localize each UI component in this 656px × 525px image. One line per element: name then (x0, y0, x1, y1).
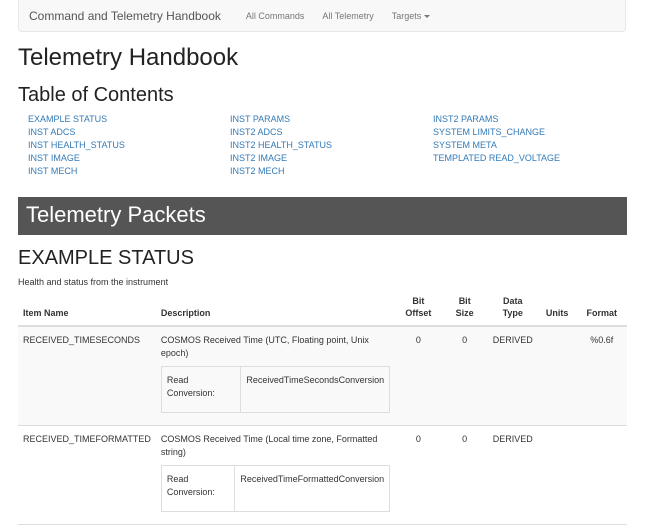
toc-link[interactable]: INST2 ADCS (230, 126, 332, 139)
item-description-cell: COSMOS Received Time (UTC, Floating poin… (155, 326, 396, 426)
nav-all-telemetry[interactable]: All Telemetry (313, 11, 382, 21)
telemetry-items-table: Item Name Description Bit Offset Bit Size … (18, 292, 627, 525)
col-bit-size: Bit Size (441, 292, 488, 327)
col-data-type: Data Type (487, 292, 538, 327)
read-conversion-value: ReceivedTimeSecondsConversion (240, 366, 391, 413)
nav-all-commands[interactable]: All Commands (237, 11, 314, 21)
toc-title: Table of Contents (18, 84, 174, 106)
navbar-brand[interactable]: Command and Telemetry Handbook (19, 9, 231, 23)
format (576, 425, 627, 525)
toc-link[interactable]: TEMPLATED READ_VOLTAGE (433, 152, 560, 165)
units (537, 425, 577, 525)
table-row: RECEIVED_TIMESECONDS COSMOS Received Tim… (18, 326, 627, 426)
packet-description: Health and status from the instrument (18, 277, 169, 287)
units (537, 326, 577, 426)
toc-column: INST PARAMS INST2 ADCS INST2 HEALTH_STAT… (230, 113, 332, 178)
toc-link[interactable]: INST PARAMS (230, 113, 332, 126)
col-description: Description (155, 292, 396, 327)
section-header-bar: Telemetry Packets (18, 197, 627, 235)
nav-targets-dropdown[interactable]: Targets (383, 11, 440, 21)
table-header-row: Item Name Description Bit Offset Bit Size … (18, 292, 627, 327)
toc-link[interactable]: INST HEALTH_STATUS (28, 139, 125, 152)
read-conversion-label: Read Conversion: (160, 465, 236, 512)
page-title: Telemetry Handbook (18, 44, 239, 71)
read-conversion-table: Read Conversion: ReceivedTimeSecondsConv… (160, 366, 391, 413)
col-units: Units (537, 292, 577, 327)
toc-link[interactable]: INST IMAGE (28, 152, 125, 165)
col-format: Format (576, 292, 627, 327)
toc-link[interactable]: INST2 MECH (230, 165, 332, 178)
toc-link[interactable]: SYSTEM LIMITS_CHANGE (433, 126, 560, 139)
packet-title: EXAMPLE STATUS (18, 247, 194, 269)
table-row: RECEIVED_TIMEFORMATTED COSMOS Received T… (18, 425, 627, 525)
toc-link[interactable]: INST2 HEALTH_STATUS (230, 139, 332, 152)
navbar: Command and Telemetry Handbook All Comma… (18, 0, 626, 32)
toc-link[interactable]: EXAMPLE STATUS (28, 113, 125, 126)
item-description: COSMOS Received Time (Local time zone, F… (160, 434, 378, 457)
caret-down-icon (424, 14, 431, 18)
col-item-name: Item Name (18, 292, 156, 327)
read-conversion-label: Read Conversion: (160, 366, 242, 413)
bit-offset: 0 (395, 425, 442, 525)
toc-link[interactable]: SYSTEM META (433, 139, 560, 152)
item-description-cell: COSMOS Received Time (Local time zone, F… (155, 425, 396, 525)
toc-link[interactable]: INST2 PARAMS (433, 113, 560, 126)
toc-link[interactable]: INST MECH (28, 165, 125, 178)
data-type: DERIVED (487, 326, 538, 426)
item-name: RECEIVED_TIMEFORMATTED (18, 425, 156, 525)
data-type: DERIVED (487, 425, 538, 525)
item-name: RECEIVED_TIMESECONDS (18, 326, 156, 426)
toc-column: EXAMPLE STATUS INST ADCS INST HEALTH_STA… (28, 113, 125, 178)
bit-size: 0 (441, 326, 488, 426)
toc-column: INST2 PARAMS SYSTEM LIMITS_CHANGE SYSTEM… (433, 113, 560, 165)
nav-targets-label: Targets (391, 10, 422, 21)
toc-link[interactable]: INST2 IMAGE (230, 152, 332, 165)
bit-size: 0 (441, 425, 488, 525)
read-conversion-table: Read Conversion: ReceivedTimeFormattedCo… (160, 465, 391, 512)
format: %0.6f (576, 326, 627, 426)
col-bit-offset: Bit Offset (395, 292, 442, 327)
bit-offset: 0 (395, 326, 442, 426)
toc-link[interactable]: INST ADCS (28, 126, 125, 139)
item-description: COSMOS Received Time (UTC, Floating poin… (160, 335, 369, 358)
read-conversion-value: ReceivedTimeFormattedConversion (234, 465, 391, 512)
